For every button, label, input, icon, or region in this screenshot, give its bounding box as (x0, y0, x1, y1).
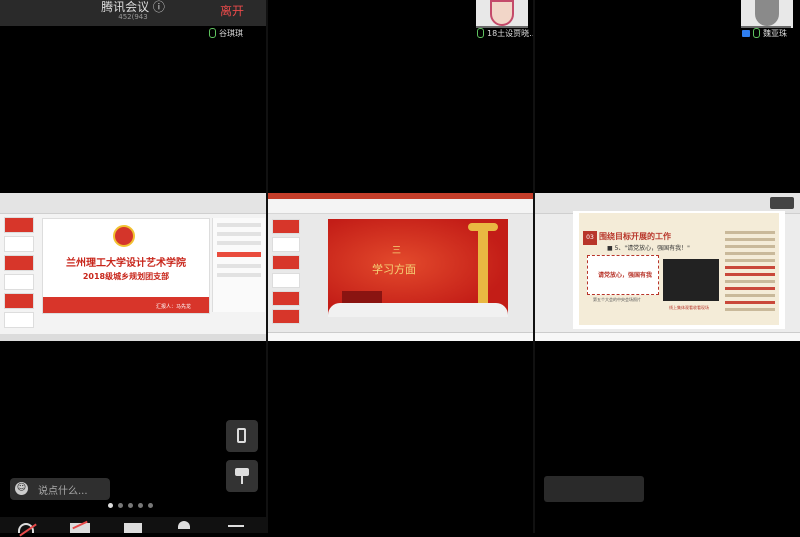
video-grid-photo (663, 259, 719, 301)
section-badge: 03 (583, 231, 597, 245)
participant-name: 谷琪琪 (219, 28, 243, 38)
clouds (328, 303, 508, 317)
camera-off-icon[interactable] (70, 523, 90, 533)
chat-placeholder: 说点什么... (38, 486, 88, 497)
empty-overlay-box (544, 476, 644, 502)
emoji-icon[interactable]: ☺ (15, 482, 28, 495)
page-indicator[interactable] (108, 503, 153, 508)
pin-icon (235, 468, 249, 484)
participant-name: 18土设贾晓… (487, 28, 533, 38)
avatar (476, 0, 528, 28)
section-number: 三 (392, 246, 402, 256)
phone-icon (237, 428, 246, 443)
doc-title: 围绕目标开展的工作 (599, 232, 671, 241)
taskbar (535, 332, 800, 341)
status-bar (0, 334, 266, 341)
participant-name-tag: 谷琪琪 (206, 26, 247, 40)
slide-thumbnails (272, 219, 300, 327)
slide-canvas: 三 学习方面 (328, 219, 508, 317)
switch-device-button[interactable] (226, 420, 258, 452)
screen-share-3[interactable]: 03 围绕目标开展的工作 ■ 5、"请党放心，强国有我！" 请党放心，强国有我 … (535, 193, 800, 341)
share-screen-icon[interactable] (124, 523, 142, 533)
mic-off-icon[interactable] (18, 523, 34, 533)
ribbon (268, 199, 533, 214)
page-dot[interactable] (108, 503, 113, 508)
youth-league-emblem-icon (113, 225, 135, 247)
poster-frame: 请党放心，强国有我 (587, 255, 659, 295)
avatar-face (755, 0, 779, 26)
side-panel (212, 218, 265, 312)
pin-button[interactable] (226, 460, 258, 492)
meeting-toolbar (0, 517, 266, 533)
avatar (741, 0, 793, 28)
more-icon[interactable] (228, 525, 244, 527)
taskbar (268, 332, 533, 341)
slide-signature: 汇报人：马先龙 (155, 304, 191, 310)
poster-text: 请党放心，强国有我 (598, 272, 653, 279)
photo-caption: 线上集体观看收看现场 (669, 305, 709, 310)
camera-icon (742, 29, 750, 37)
page-dot[interactable] (128, 503, 133, 508)
slide-canvas: 兰州理工大学设计艺术学院 2018级城乡规划团支部 汇报人：马先龙 (42, 218, 210, 314)
slide-subtitle: 2018级城乡规划团支部 (82, 272, 170, 281)
members-icon[interactable] (178, 521, 190, 529)
screen-share-2[interactable]: 三 学习方面 (268, 193, 533, 341)
leave-button[interactable]: 离开 (220, 2, 244, 19)
document-page: 03 围绕目标开展的工作 ■ 5、"请党放心，强国有我！" 请党放心，强国有我 … (579, 213, 779, 325)
page-dot[interactable] (118, 503, 123, 508)
window-controls[interactable] (770, 197, 794, 209)
doc-subtitle: ■ 5、"请党放心，强国有我！" (607, 245, 690, 252)
app-chrome (0, 193, 266, 214)
participant-name: 魏亚珠 (763, 28, 787, 38)
photo-caption: 第五个大会的中央会场照片 (593, 297, 641, 302)
participant-name-tag: 魏亚珠 (739, 26, 791, 40)
participant-name-tag: 18土设贾晓… (474, 26, 533, 40)
section-heading: 学习方面 (372, 263, 416, 276)
mic-on-icon (209, 28, 216, 38)
doc-paragraph (725, 227, 775, 315)
mic-on-icon (477, 28, 484, 38)
page-dot[interactable] (138, 503, 143, 508)
page-dot[interactable] (148, 503, 153, 508)
slide-title: 兰州理工大学设计艺术学院 (66, 258, 186, 269)
document-view: 03 围绕目标开展的工作 ■ 5、"请党放心，强国有我！" 请党放心，强国有我 … (573, 211, 785, 329)
slide-thumbnails (4, 217, 34, 335)
mic-on-icon (753, 28, 760, 38)
avatar-face (490, 0, 514, 26)
chat-input[interactable]: ☺ 说点什么... (10, 478, 110, 500)
meeting-top-bar: 腾讯会议 ⓘ 452(943 离开 (0, 0, 266, 26)
screen-share-1[interactable]: 兰州理工大学设计艺术学院 2018级城乡规划团支部 汇报人：马先龙 (0, 193, 266, 341)
huabiao-column (478, 225, 488, 311)
